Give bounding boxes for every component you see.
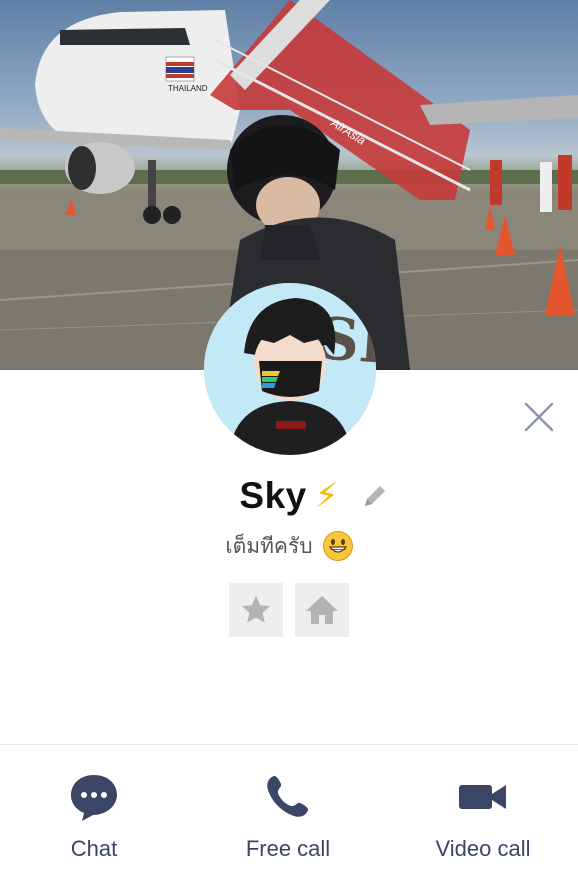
chat-button[interactable]: Chat <box>4 772 184 872</box>
bolt-emoji: ⚡ <box>314 477 339 515</box>
profile-name: Sky <box>239 475 307 516</box>
status-row: เต็มทีครับ <box>0 528 578 564</box>
divider <box>0 744 578 745</box>
status-message: เต็มทีครับ <box>225 534 313 558</box>
profile-avatar[interactable]: SKY <box>204 283 376 455</box>
chat-bubble-icon <box>71 775 117 821</box>
star-icon <box>242 596 270 623</box>
video-call-button[interactable]: Video call <box>393 772 573 872</box>
name-row: Sky ⚡ <box>0 472 578 520</box>
video-camera-icon <box>459 785 506 809</box>
chat-label: Chat <box>70 836 118 861</box>
phone-icon <box>267 775 309 817</box>
pencil-icon <box>365 486 385 506</box>
home-button[interactable] <box>295 583 349 637</box>
edit-name-button[interactable] <box>360 481 390 511</box>
close-icon <box>524 402 554 432</box>
free-call-label: Free call <box>245 836 331 861</box>
free-call-button[interactable]: Free call <box>198 772 378 872</box>
close-button[interactable] <box>522 400 556 434</box>
aircraft-label: THAILAND <box>168 84 208 93</box>
video-call-label: Video call <box>435 836 531 861</box>
grinning-face-emoji <box>322 531 353 561</box>
favorite-button[interactable] <box>229 583 283 637</box>
home-icon <box>306 596 338 624</box>
